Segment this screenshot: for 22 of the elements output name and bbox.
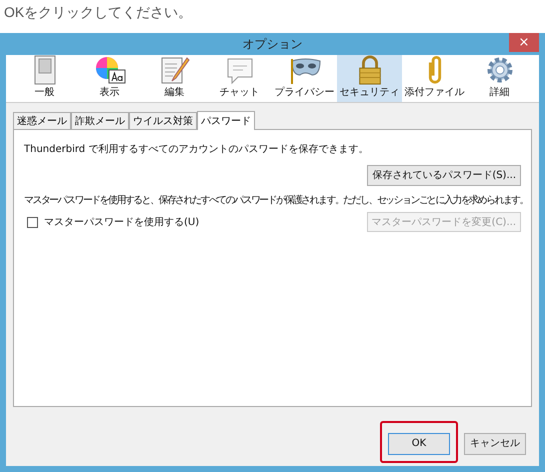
tab[interactable]: ウイルス対策 xyxy=(129,112,197,129)
description-text: Thunderbird で利用するすべてのアカウントのパスワードを保存できます。 xyxy=(24,142,370,157)
toolbar-item[interactable]: プライバシー xyxy=(272,55,337,102)
tab[interactable]: 迷惑メール xyxy=(13,112,71,129)
toolbar-item[interactable]: 一般 xyxy=(12,55,77,102)
window-title: オプション xyxy=(242,36,302,53)
tab[interactable]: パスワード xyxy=(197,111,255,130)
toolbar-item[interactable]: 添付ファイル xyxy=(402,55,467,102)
toolbar-item[interactable]: 表示 xyxy=(77,55,142,102)
dialog-button[interactable]: キャンセル xyxy=(464,432,526,454)
instruction-text: OKをクリックしてください。 xyxy=(3,3,194,22)
close-button[interactable]: × xyxy=(509,33,539,52)
checkbox-label: マスターパスワードを使用する(U) xyxy=(44,216,200,230)
checkbox[interactable] xyxy=(27,216,38,228)
toolbar-item[interactable]: 編集 xyxy=(142,55,207,102)
toolbar-item[interactable]: チャット xyxy=(207,55,272,102)
dialog-button[interactable]: OK xyxy=(388,432,450,454)
saved-passwords-button[interactable]: 保存されているパスワード(S)... xyxy=(367,165,521,186)
toolbar-item[interactable]: セキュリティ xyxy=(337,55,402,102)
tab[interactable]: 詐欺メール xyxy=(71,112,129,129)
toolbar-item[interactable]: 詳細 xyxy=(467,55,532,102)
master-description-text: マスターパスワードを使用すると、保存されたすべてのパスワードが保護されます。ただし、セッションごとに入力を求められます。 xyxy=(24,194,528,208)
